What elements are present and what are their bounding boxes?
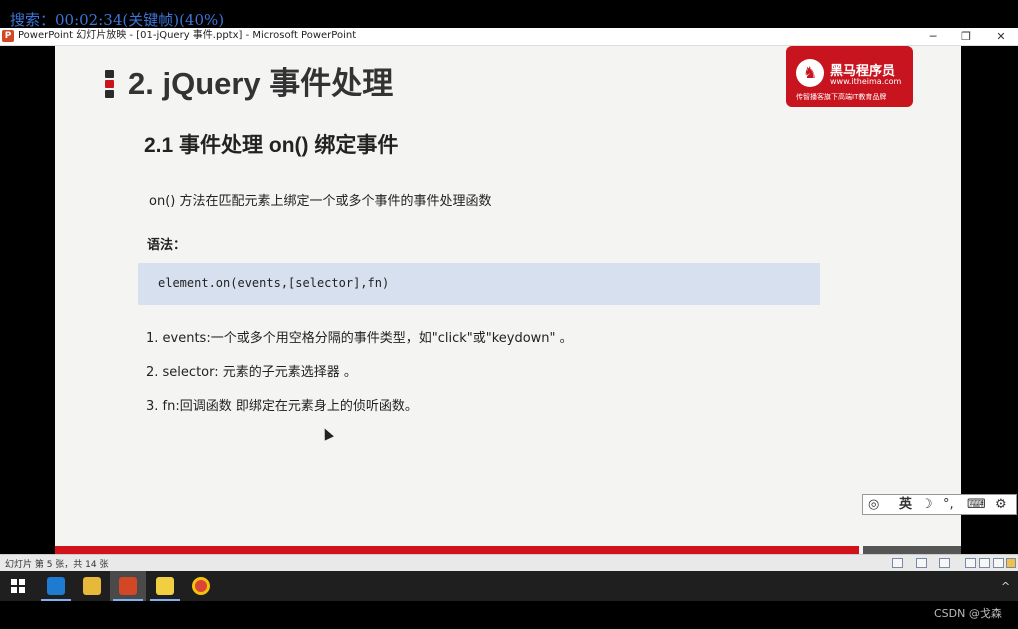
moon-icon[interactable]: ☽ xyxy=(921,497,933,512)
chrome-icon xyxy=(192,577,210,595)
close-button[interactable]: ✕ xyxy=(986,28,1016,45)
ime-language-toggle[interactable]: 英 xyxy=(899,497,912,512)
horse-logo-icon: ♞ xyxy=(796,59,824,87)
minimize-button[interactable]: ─ xyxy=(918,28,948,45)
slideshow-view-icon[interactable] xyxy=(1006,558,1016,568)
slideshow-area: 2. jQuery 事件处理 ♞ 黑马程序员 www.itheima.com 传… xyxy=(0,46,1018,554)
itheima-logo: ♞ 黑马程序员 www.itheima.com 传智播客旗下高端IT教育品牌 xyxy=(786,46,913,107)
heading-bullet-marks xyxy=(105,70,114,100)
logo-url: www.itheima.com xyxy=(830,77,902,86)
windows-taskbar: ^ xyxy=(0,571,1018,601)
slide-footer-gray-bar xyxy=(863,546,961,554)
keyboard-icon[interactable]: ⌨ xyxy=(967,497,986,512)
taskbar-powerpoint[interactable] xyxy=(110,571,146,601)
ime-logo-icon[interactable]: ◎ xyxy=(868,497,879,512)
list-item: 3. fn:回调函数 即绑定在元素身上的侦听函数。 xyxy=(146,399,418,414)
windows-start-button[interactable] xyxy=(0,571,36,601)
csdn-watermark: CSDN @戈森 xyxy=(934,607,1002,620)
taskbar-python[interactable] xyxy=(147,571,183,601)
window-titlebar: P PowerPoint 幻灯片放映 - [01-jQuery 事件.pptx]… xyxy=(0,28,1018,46)
slide[interactable]: 2. jQuery 事件处理 ♞ 黑马程序员 www.itheima.com 传… xyxy=(55,46,961,554)
status-bar: 幻灯片 第 5 张，共 14 张 xyxy=(0,554,1018,572)
slide-description: on() 方法在匹配元素上绑定一个或多个事件的事件处理函数 xyxy=(149,194,492,209)
slide-sorter-icon[interactable] xyxy=(979,558,990,568)
syntax-label: 语法： xyxy=(147,238,187,253)
logo-slogan: 传智播客旗下高端IT教育品牌 xyxy=(796,93,887,101)
window-title: PowerPoint 幻灯片放映 - [01-jQuery 事件.pptx] -… xyxy=(18,30,357,41)
normal-view-icon[interactable] xyxy=(965,558,976,568)
search-timestamp-overlay: 搜索：00:02:34(关键帧)(40%) xyxy=(10,11,225,29)
taskbar-file-explorer[interactable] xyxy=(74,571,110,601)
next-slide-icon[interactable] xyxy=(939,558,950,568)
chevron-up-icon[interactable]: ^ xyxy=(1001,580,1010,593)
python-icon xyxy=(156,577,174,595)
punctuation-icon[interactable]: °, xyxy=(943,497,954,512)
mouse-cursor-icon xyxy=(320,426,334,441)
vscode-icon xyxy=(47,577,65,595)
code-block: element.on(events,[selector],fn) xyxy=(138,263,820,305)
slide-menu-icon[interactable] xyxy=(916,558,927,568)
list-item: 2. selector: 元素的子元素选择器 。 xyxy=(146,365,357,380)
previous-slide-icon[interactable] xyxy=(892,558,903,568)
settings-gear-icon[interactable]: ⚙ xyxy=(995,497,1007,512)
reading-view-icon[interactable] xyxy=(993,558,1004,568)
slide-heading: 2. jQuery 事件处理 xyxy=(128,66,394,101)
windows-icon xyxy=(11,579,25,593)
powerpoint-icon: P xyxy=(2,30,14,42)
folder-icon xyxy=(83,577,101,595)
list-item: 1. events:一个或多个用空格分隔的事件类型，如"click"或"keyd… xyxy=(146,331,573,346)
powerpoint-icon xyxy=(119,577,137,595)
slide-subheading: 2.1 事件处理 on() 绑定事件 xyxy=(144,134,399,157)
slide-footer-red-bar xyxy=(55,546,859,554)
code-text: element.on(events,[selector],fn) xyxy=(158,276,390,290)
taskbar-vscode[interactable] xyxy=(38,571,74,601)
taskbar-chrome[interactable] xyxy=(183,571,219,601)
ime-toolbar[interactable]: ◎ 英 ☽ °, ⌨ ⚙ xyxy=(862,494,1017,515)
video-overlay-bar: 搜索：00:02:34(关键帧)(40%) xyxy=(0,0,1018,29)
restore-button[interactable]: ❐ xyxy=(951,28,981,45)
slide-counter: 幻灯片 第 5 张，共 14 张 xyxy=(5,560,109,570)
